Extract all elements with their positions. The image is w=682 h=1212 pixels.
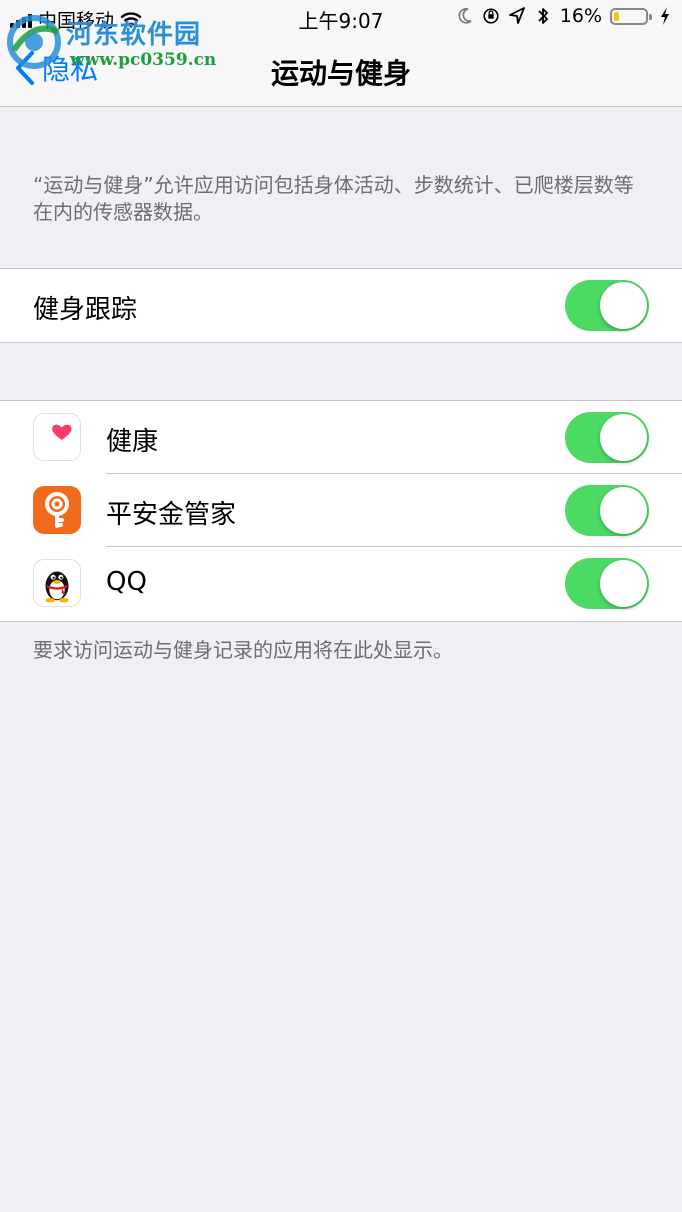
battery-level	[614, 11, 619, 21]
toggle-knob	[600, 560, 647, 607]
app-row-health: 健康	[0, 401, 682, 474]
page-title: 运动与健身	[270, 57, 411, 90]
pingan-key-icon	[33, 486, 81, 534]
footer-note: 要求访问运动与健身记录的应用将在此处显示。	[33, 638, 453, 662]
status-bar: 中国移动 上午9:07 16%	[0, 0, 682, 34]
app-access-group: 健康 平安金管家 QQ	[0, 400, 682, 622]
qq-penguin-icon	[33, 559, 81, 607]
status-right: 16%	[456, 5, 674, 27]
fitness-tracking-toggle[interactable]	[565, 280, 649, 331]
toggle-knob	[600, 282, 647, 329]
fitness-tracking-group: 健身跟踪	[0, 268, 682, 343]
charging-icon	[661, 7, 669, 25]
pingan-toggle[interactable]	[565, 485, 649, 536]
app-name: 平安金管家	[106, 500, 237, 530]
fitness-tracking-label: 健身跟踪	[33, 295, 138, 325]
moon-icon	[458, 8, 472, 24]
section-description: “运动与健身”允许应用访问包括身体活动、步数统计、已爬楼层数等在内的传感器数据。	[33, 173, 634, 224]
bluetooth-icon	[538, 8, 548, 24]
orientation-lock-icon	[483, 8, 499, 24]
toggle-knob	[600, 414, 647, 461]
app-row-qq: QQ	[0, 547, 682, 620]
toggle-knob	[600, 487, 647, 534]
battery-icon	[610, 7, 652, 25]
app-name: QQ	[106, 567, 147, 597]
health-toggle[interactable]	[565, 412, 649, 463]
location-icon	[508, 7, 525, 24]
qq-toggle[interactable]	[565, 558, 649, 609]
fitness-tracking-row: 健身跟踪	[0, 269, 682, 342]
health-heart-icon	[33, 413, 81, 461]
battery-percent: 16%	[559, 5, 602, 27]
app-row-pingan: 平安金管家	[0, 474, 682, 547]
app-name: 健康	[106, 427, 159, 457]
navigation-bar: 隐私 运动与健身	[0, 34, 682, 107]
motion-fitness-screen: 中国移动 上午9:07 16% 隐私 运动与健身 河东软件园 www.pc035…	[0, 0, 682, 1212]
